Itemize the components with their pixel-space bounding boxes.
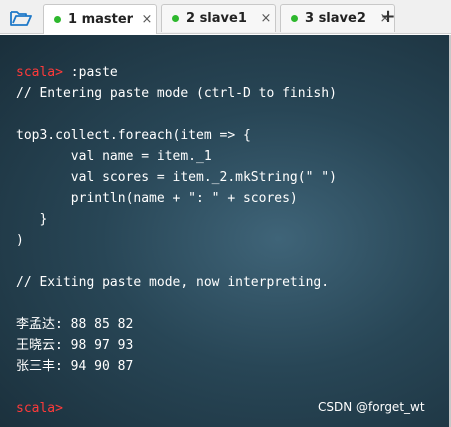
terminal-line: ) [16,233,24,248]
terminal-line: // Entering paste mode (ctrl-D to finish… [16,86,337,101]
watermark: CSDN @forget_wt [318,400,425,414]
tab-label: 2 slave1 [186,11,247,26]
terminal-line-prompt: scala> [16,399,63,419]
tab-bar: 1 master × 2 slave1 × 3 slave2 × + [0,0,451,34]
open-session-button[interactable] [6,6,36,30]
tab-label: 1 master [68,12,134,27]
tab-slave1[interactable]: 2 slave1 × [161,4,276,32]
close-icon[interactable]: × [138,12,156,27]
status-dot-icon [172,15,179,22]
close-icon[interactable]: × [257,11,275,26]
terminal-line: println(name + ": " + scores) [16,191,298,206]
terminal-line: val scores = item._2.mkString(" ") [16,170,337,185]
terminal-line-prompt-command: scala> :paste [16,63,118,83]
status-dot-icon [54,16,61,23]
terminal-line: top3.collect.foreach(item => { [16,128,251,143]
terminal-output-line: 李孟达: 88 85 82 [16,317,134,332]
status-dot-icon [291,15,298,22]
terminal-command: :paste [62,65,118,80]
terminal-line: val name = item._1 [16,149,212,164]
terminal-prompt: scala> [16,401,63,416]
terminal-line: } [16,212,48,227]
folder-open-icon [10,11,32,26]
tab-label: 3 slave2 [305,11,366,26]
tab-master[interactable]: 1 master × [43,4,157,34]
terminal-prompt: scala> [16,65,63,80]
terminal-output-line: 张三丰: 94 90 87 [16,359,134,374]
terminal-area[interactable]: scala> :paste // Entering paste mode (ct… [0,35,451,427]
plus-icon[interactable]: + [378,6,398,28]
terminal-line: // Exiting paste mode, now interpreting. [16,275,330,290]
terminal-output-line: 王晓云: 98 97 93 [16,338,134,353]
